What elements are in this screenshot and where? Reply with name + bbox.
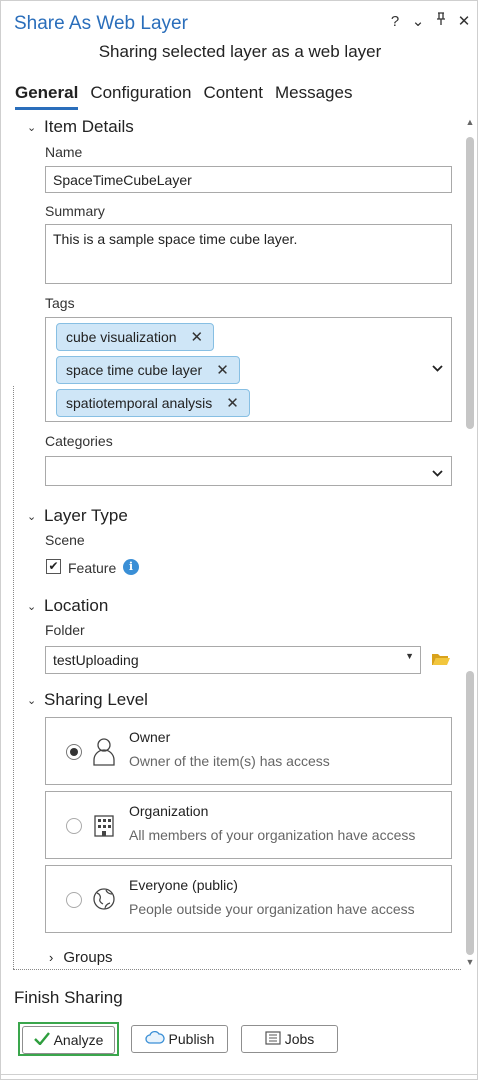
section-guide-line	[13, 386, 14, 969]
layer-type-header[interactable]: ⌄ Layer Type	[27, 506, 128, 526]
categories-label: Categories	[45, 433, 113, 449]
share-web-layer-pane: Share As Web Layer ? ⌄ ✕ Sharing selecte…	[0, 0, 478, 1080]
list-icon	[265, 1030, 281, 1048]
dropdown-arrow-icon[interactable]: ▼	[405, 651, 414, 661]
tag-label: spatiotemporal analysis	[66, 395, 213, 411]
chevron-down-icon[interactable]	[432, 467, 443, 481]
pane-title: Share As Web Layer	[14, 13, 188, 34]
sharing-option-owner[interactable]: Owner Owner of the item(s) has access	[45, 717, 452, 785]
publish-button[interactable]: Publish	[131, 1025, 228, 1053]
analyze-label: Analyze	[53, 1032, 104, 1048]
analyze-button[interactable]: Analyze	[22, 1026, 115, 1054]
everyone-radio[interactable]	[66, 892, 82, 908]
chevron-down-icon: ⌄	[27, 121, 37, 134]
chevron-down-icon: ⌄	[27, 600, 37, 613]
section-title: Sharing Level	[44, 690, 148, 709]
folder-select[interactable]: testUploading ▼	[45, 646, 421, 674]
folder-value: testUploading	[53, 652, 139, 668]
section-title: Layer Type	[44, 506, 128, 525]
pane-controls: ? ⌄ ✕	[388, 12, 471, 32]
option-title: Owner	[129, 729, 171, 745]
scrollbar-thumb[interactable]	[466, 137, 474, 429]
option-title: Everyone (public)	[129, 877, 238, 893]
folder-label: Folder	[45, 622, 85, 638]
feature-checkbox[interactable]: ✔	[46, 559, 61, 574]
tab-general[interactable]: General	[15, 83, 79, 110]
tab-configuration[interactable]: Configuration	[90, 83, 191, 110]
remove-tag-icon[interactable]: ✕	[216, 361, 229, 379]
publish-label: Publish	[168, 1031, 215, 1047]
chevron-down-icon: ⌄	[27, 694, 37, 707]
pane-subtitle: Sharing selected layer as a web layer	[98, 42, 382, 61]
scroll-up-icon[interactable]: ▲	[465, 117, 475, 127]
checkmark-icon	[33, 1032, 50, 1048]
sharing-level-header[interactable]: ⌄ Sharing Level	[27, 690, 148, 710]
tags-dropdown-icon[interactable]	[432, 362, 443, 376]
close-icon[interactable]: ✕	[457, 12, 471, 32]
sharing-option-everyone[interactable]: Everyone (public) People outside your or…	[45, 865, 452, 933]
tag-label: cube visualization	[66, 329, 177, 345]
name-label: Name	[45, 144, 83, 160]
name-input[interactable]: SpaceTimeCubeLayer	[45, 166, 452, 193]
section-title: Location	[44, 596, 109, 615]
groups-expander[interactable]: › Groups	[49, 949, 113, 966]
tab-strip: General Configuration Content Messages	[15, 83, 352, 110]
tags-input[interactable]: cube visualization ✕ space time cube lay…	[45, 317, 452, 422]
pin-icon[interactable]	[434, 12, 448, 32]
cloud-icon	[144, 1030, 165, 1047]
chevron-down-icon[interactable]: ⌄	[411, 12, 425, 32]
organization-radio[interactable]	[66, 818, 82, 834]
chevron-right-icon: ›	[49, 950, 54, 965]
tag-chip: spatiotemporal analysis ✕	[56, 389, 250, 417]
remove-tag-icon[interactable]: ✕	[226, 394, 239, 412]
chevron-down-icon: ⌄	[27, 510, 37, 523]
option-description: People outside your organization have ac…	[129, 901, 415, 917]
tag-chip: cube visualization ✕	[56, 323, 215, 351]
option-description: All members of your organization have ac…	[129, 827, 416, 843]
groups-label: Groups	[63, 949, 113, 966]
scroll-down-icon[interactable]: ▼	[465, 957, 475, 967]
globe-icon	[92, 884, 116, 914]
remove-tag-icon[interactable]: ✕	[191, 328, 204, 346]
option-title: Organization	[129, 803, 209, 819]
tag-label: space time cube layer	[66, 362, 203, 378]
jobs-button[interactable]: Jobs	[241, 1025, 338, 1053]
section-guide-line-bottom	[13, 969, 461, 970]
bottom-divider	[1, 1074, 478, 1075]
tab-messages[interactable]: Messages	[275, 83, 352, 110]
person-icon	[92, 736, 116, 766]
categories-select[interactable]	[45, 456, 452, 486]
feature-label: Feature	[68, 560, 117, 576]
help-icon[interactable]: ?	[388, 12, 402, 32]
tags-label: Tags	[45, 295, 75, 311]
item-details-header[interactable]: ⌄ Item Details	[27, 117, 134, 137]
finish-sharing-heading: Finish Sharing	[14, 988, 123, 1007]
folder-icon[interactable]	[431, 652, 451, 666]
scene-label: Scene	[45, 532, 85, 548]
jobs-label: Jobs	[284, 1031, 315, 1047]
option-description: Owner of the item(s) has access	[129, 753, 330, 769]
info-icon[interactable]: i	[123, 559, 139, 575]
tab-content[interactable]: Content	[203, 83, 263, 110]
summary-input[interactable]: This is a sample space time cube layer.	[45, 224, 452, 284]
section-title: Item Details	[44, 117, 134, 136]
building-icon	[92, 810, 116, 840]
sharing-option-organization[interactable]: Organization All members of your organiz…	[45, 791, 452, 859]
tag-chip: space time cube layer ✕	[56, 356, 240, 384]
summary-label: Summary	[45, 203, 105, 219]
location-header[interactable]: ⌄ Location	[27, 596, 108, 616]
scrollbar-thumb-lower[interactable]	[466, 671, 474, 955]
vertical-scrollbar[interactable]: ▲ ▼	[462, 115, 478, 971]
owner-radio[interactable]	[66, 744, 82, 760]
